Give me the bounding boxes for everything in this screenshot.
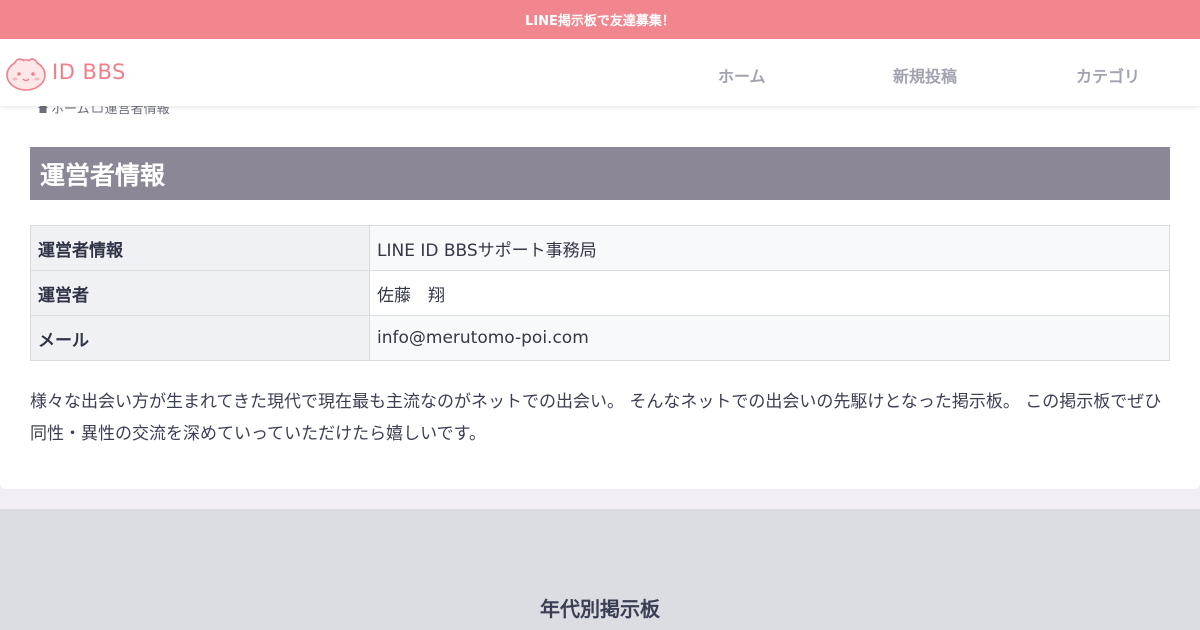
- email-value: info@merutomo-poi.com: [369, 315, 1170, 361]
- table-value: 佐藤 翔: [369, 270, 1170, 316]
- mascot-logo-icon: [6, 58, 46, 91]
- logo-text[interactable]: ID BBS: [52, 60, 126, 84]
- page-title: 運営者情報: [30, 147, 1170, 200]
- table-key: メール: [30, 315, 370, 361]
- nav-category[interactable]: カテゴリ: [1076, 63, 1140, 87]
- footer-heading: 年代別掲示板: [540, 597, 660, 621]
- table-value: LINE ID BBSサポート事務局: [369, 225, 1170, 271]
- table-row: 運営者 佐藤 翔: [30, 270, 1170, 316]
- site-logo[interactable]: ID BBS: [4, 51, 126, 93]
- intro-paragraph: 様々な出会い方が生まれてきた現代で現在最も主流なのがネットでの出会い。 そんなネ…: [30, 392, 1162, 444]
- site-header: ID BBS ホーム 新規投稿 カテゴリ: [0, 39, 1200, 106]
- announcement-text[interactable]: LINE掲示板で友達募集！: [525, 10, 675, 29]
- footer-section: 年代別掲示板: [0, 509, 1200, 630]
- nav-home[interactable]: ホーム: [718, 63, 766, 87]
- announcement-bar[interactable]: LINE掲示板で友達募集！: [0, 0, 1200, 39]
- page-title-text: 運営者情報: [40, 160, 166, 190]
- operator-info-table: 運営者情報 LINE ID BBSサポート事務局 運営者 佐藤 翔 メール in…: [30, 225, 1170, 361]
- table-row: 運営者情報 LINE ID BBSサポート事務局: [30, 225, 1170, 271]
- table-row: メール info@merutomo-poi.com: [30, 315, 1170, 361]
- table-key: 運営者: [30, 270, 370, 316]
- table-key: 運営者情報: [30, 225, 370, 271]
- nav-new-post[interactable]: 新規投稿: [893, 63, 957, 87]
- main-content: ホーム 運営者情報 運営者情報 運営者情報 LINE ID BBSサポート事務局…: [0, 102, 1200, 489]
